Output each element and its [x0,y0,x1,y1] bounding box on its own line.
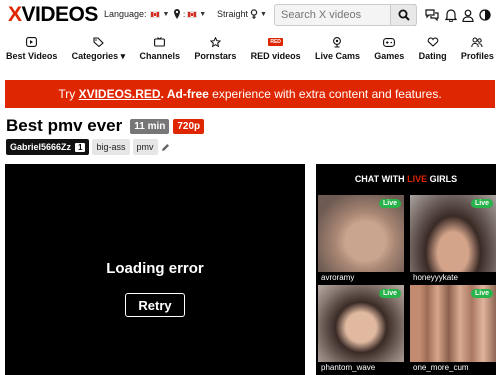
nav-label: Profiles [460,51,494,61]
cam-card[interactable]: Live avroramy [318,195,404,284]
location-pin-icon [174,9,180,19]
live-badge: Live [378,199,401,208]
nav-label: Best Videos [6,51,58,61]
banner-pre: Try [58,87,79,101]
logo-x: X [8,3,22,26]
canada-flag-icon [149,10,160,18]
banner-adfree: Ad-free [166,87,209,101]
page: XVIDEOS Language: ▼ : ▼ Straight ▼ Searc… [0,0,500,375]
site-logo[interactable]: XVIDEOS [8,4,98,26]
video-title-row: Best pmv ever 11 min 720p [6,116,205,136]
star-icon [209,36,221,48]
cam-card[interactable]: Live phantom_wave [318,285,404,374]
users-icon [471,36,483,48]
nav-dating[interactable]: Dating [419,36,447,66]
orientation-selector[interactable]: Straight ▼ [217,9,267,19]
uploader-button[interactable]: Gabriel5666Zz 1 [6,139,90,155]
nav-label: Games [374,51,405,61]
loading-error-text: Loading error [106,260,204,277]
chat-icon[interactable] [425,8,439,22]
main-nav: Best Videos Categories ▾ Channels Pornst… [0,36,500,66]
chevron-down-icon: ▼ [162,10,170,18]
red-badge-icon: RED [268,38,283,46]
video-tags: Gabriel5666Zz 1 big-ass pmv [6,139,170,155]
nav-label: Categories ▾ [71,51,126,61]
video-title: Best pmv ever [6,116,123,135]
uploader-name: Gabriel5666Zz [10,142,72,152]
video-player[interactable]: Loading error Retry [5,164,305,375]
cam-card[interactable]: Live honeyyykate [410,195,496,284]
red-promo-banner[interactable]: Try XVIDEOS.RED. Ad-free experience with… [5,80,495,108]
nav-best-videos[interactable]: Best Videos [6,36,57,66]
play-square-icon [26,36,38,48]
live-badge: Live [378,289,401,298]
nav-label: RED videos [250,51,301,61]
tv-icon [154,36,166,48]
live-badge: Live [470,289,493,298]
hearts-icon [427,36,439,48]
nav-label: Pornstars [194,51,237,61]
canada-flag-icon [187,10,198,18]
tag-big-ass[interactable]: big-ass [92,139,130,155]
title-pre: CHAT WITH [354,174,408,184]
live-cams-panel: CHAT WITH LIVE GIRLS Live avroramy Live … [316,164,496,375]
cam-name: one_more_cum [410,362,496,374]
gamepad-icon [383,36,396,48]
live-badge: Live [470,199,493,208]
nav-categories[interactable]: Categories ▾ [71,36,126,66]
orientation-label: Straight [217,9,249,19]
nav-live-cams[interactable]: Live Cams [315,36,360,66]
cam-card[interactable]: Live one_more_cum [410,285,496,374]
cam-name: phantom_wave [318,362,404,374]
banner-post: experience with extra content and featur… [208,87,442,101]
live-cams-title: CHAT WITH LIVE GIRLS [316,164,496,192]
top-header: XVIDEOS Language: ▼ : ▼ Straight ▼ [0,0,500,32]
title-live: LIVE [407,174,428,184]
webcam-icon [332,36,342,48]
bell-icon[interactable] [444,8,458,22]
title-post: GIRLS [427,174,458,184]
uploader-count: 1 [75,142,86,152]
language-label: Language: [104,9,147,19]
search-icon [398,9,410,21]
user-icon[interactable] [461,8,475,22]
banner-link[interactable]: XVIDEOS.RED [79,87,161,101]
nav-pornstars[interactable]: Pornstars [194,36,236,66]
nav-games[interactable]: Games [374,36,404,66]
quality-badge: 720p [173,118,205,134]
tag-pmv[interactable]: pmv [132,139,158,155]
retry-button[interactable]: Retry [125,293,185,317]
search-button[interactable] [390,4,417,26]
nav-channels[interactable]: Channels [139,36,181,66]
pencil-icon[interactable] [161,143,170,152]
chevron-down-icon: ▼ [199,10,207,18]
logo-text: VIDEOS [21,3,99,26]
tag-icon [93,36,104,48]
language-selector[interactable]: Language: ▼ [104,9,169,19]
nav-label: Dating [418,51,447,61]
female-symbol-icon [250,9,258,19]
nav-label: Channels [139,51,181,61]
location-selector[interactable]: : ▼ [173,9,206,19]
cam-name: honeyyykate [410,272,496,284]
nav-label: Live Cams [314,51,360,61]
chevron-down-icon: ▼ [260,10,267,18]
nav-profiles[interactable]: Profiles [461,36,494,66]
contrast-icon[interactable] [478,8,492,22]
duration-badge: 11 min [130,118,170,134]
cam-name: avroramy [318,272,404,284]
nav-red-videos[interactable]: RED RED videos [251,36,301,66]
